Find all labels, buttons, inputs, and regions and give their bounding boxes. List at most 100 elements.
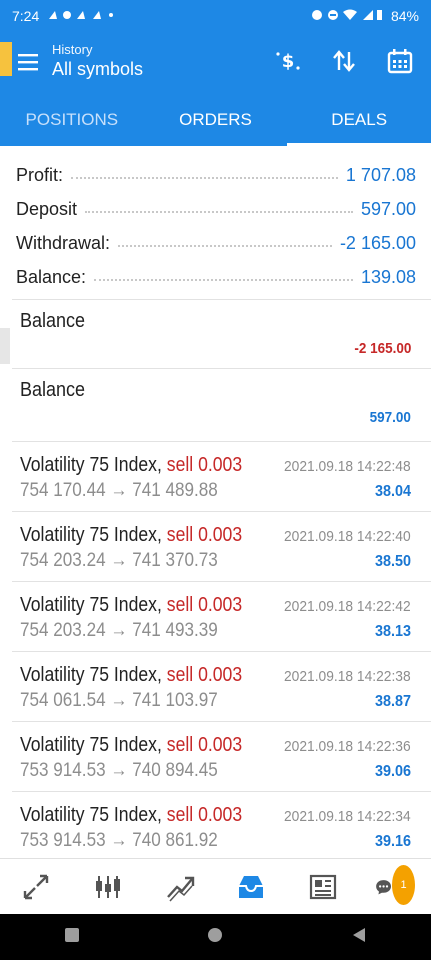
- news-icon[interactable]: [303, 867, 343, 907]
- chart-icon[interactable]: [88, 867, 128, 907]
- side-drawer-tab[interactable]: [0, 42, 12, 76]
- deal-close-price: 741 103.97: [132, 690, 218, 711]
- summary-balance-label: Balance:: [16, 267, 87, 287]
- summary-deposit-value: 597.00: [360, 199, 416, 219]
- summary-deposit-row: Deposit 597.00: [16, 186, 416, 220]
- summary-deposit-label: Deposit: [16, 199, 78, 219]
- arrow-icon: →: [110, 620, 128, 641]
- deal-row[interactable]: Volatility 75 Index, sell 0.003 2021.09.…: [12, 792, 431, 861]
- deal-close-price: 740 894.45: [132, 760, 218, 781]
- summary-withdrawal-value: -2 165.00: [339, 233, 416, 253]
- deal-symbol: Volatility 75 Index,: [20, 594, 162, 616]
- deal-time: 2021.09.18 14:22:34: [284, 808, 411, 825]
- home-icon[interactable]: [206, 926, 224, 949]
- deal-time: 2021.09.18 14:22:42: [284, 598, 411, 615]
- deal-symbol: Volatility 75 Index,: [20, 804, 162, 826]
- deal-profit: 39.16: [374, 833, 411, 850]
- calendar-icon[interactable]: [385, 46, 415, 76]
- deal-open-price: 754 203.24: [20, 550, 106, 571]
- deal-time: 2021.09.18 14:22:48: [284, 458, 411, 475]
- balance-op-title: Balance: [20, 379, 86, 401]
- status-bar: 7:24 84%: [0, 0, 431, 32]
- deal-time: 2021.09.18 14:22:36: [284, 738, 411, 755]
- deal-side-volume: sell 0.003: [166, 524, 243, 546]
- chat-icon[interactable]: 1: [375, 865, 416, 907]
- deal-symbol: Volatility 75 Index,: [20, 454, 162, 476]
- deal-side-volume: sell 0.003: [166, 594, 243, 616]
- deal-symbol: Volatility 75 Index,: [20, 524, 162, 546]
- dotted-leader: [71, 177, 338, 179]
- summary-balance-row: Balance: 139.08: [16, 254, 416, 288]
- deal-row[interactable]: Volatility 75 Index, sell 0.003 2021.09.…: [12, 652, 431, 721]
- history-summary: Profit: 1 707.08 Deposit 597.00 Withdraw…: [16, 152, 416, 288]
- balance-op-title: Balance: [20, 310, 86, 332]
- svg-text:$: $: [282, 51, 295, 72]
- history-inbox-icon[interactable]: [231, 867, 271, 907]
- app-bar-subtitle: History: [52, 42, 93, 57]
- deal-row[interactable]: Volatility 75 Index, sell 0.003 2021.09.…: [12, 722, 431, 791]
- deal-profit: 38.87: [374, 693, 411, 710]
- summary-balance-value: 139.08: [360, 267, 416, 287]
- balance-operation-row[interactable]: Balance 597.00: [12, 369, 431, 441]
- recents-icon[interactable]: [63, 926, 81, 949]
- system-navigation-bar: [0, 914, 431, 960]
- deal-symbol: Volatility 75 Index,: [20, 664, 162, 686]
- status-time: 7:24: [12, 8, 40, 24]
- system-icons: [311, 8, 383, 25]
- deal-profit: 39.06: [374, 763, 411, 780]
- battery-level: 84%: [390, 8, 419, 24]
- tab-bar: POSITIONS ORDERS DEALS: [0, 94, 431, 146]
- deal-close-price: 741 370.73: [132, 550, 218, 571]
- chat-badge: 1: [392, 865, 416, 905]
- sort-icon[interactable]: [329, 46, 359, 76]
- deal-side-volume: sell 0.003: [166, 454, 243, 476]
- summary-profit-value: 1 707.08: [345, 165, 416, 185]
- deal-close-price: 741 489.88: [132, 480, 218, 501]
- deal-open-price: 754 061.54: [20, 690, 106, 711]
- app-bar: History All symbols $: [0, 32, 431, 94]
- deal-profit: 38.04: [374, 483, 411, 500]
- quotes-icon[interactable]: [16, 867, 56, 907]
- deal-row[interactable]: Volatility 75 Index, sell 0.003 2021.09.…: [12, 512, 431, 581]
- trade-icon[interactable]: [160, 867, 200, 907]
- notification-icons: [47, 8, 117, 24]
- arrow-icon: →: [110, 760, 128, 781]
- summary-profit-row: Profit: 1 707.08: [16, 152, 416, 186]
- dollar-filter-icon[interactable]: $: [273, 46, 303, 76]
- deal-side-volume: sell 0.003: [166, 804, 243, 826]
- deal-profit: 38.50: [374, 553, 411, 570]
- arrow-icon: →: [110, 830, 128, 851]
- arrow-icon: →: [110, 480, 128, 501]
- menu-icon[interactable]: [16, 50, 40, 74]
- balance-op-amount: 597.00: [369, 409, 411, 426]
- summary-withdrawal-row: Withdrawal: -2 165.00: [16, 220, 416, 254]
- deal-profit: 38.13: [374, 623, 411, 640]
- tab-deals[interactable]: DEALS: [287, 94, 431, 146]
- back-icon[interactable]: [350, 926, 368, 949]
- arrow-icon: →: [110, 550, 128, 571]
- summary-withdrawal-label: Withdrawal:: [16, 233, 111, 253]
- dotted-leader: [94, 279, 353, 281]
- symbol-filter-title[interactable]: All symbols: [52, 59, 143, 80]
- dotted-leader: [118, 245, 332, 247]
- deal-row[interactable]: Volatility 75 Index, sell 0.003 2021.09.…: [12, 582, 431, 651]
- deal-time: 2021.09.18 14:22:38: [284, 668, 411, 685]
- tab-positions[interactable]: POSITIONS: [0, 94, 144, 146]
- tab-orders[interactable]: ORDERS: [144, 94, 288, 146]
- deal-open-price: 753 914.53: [20, 830, 106, 851]
- deal-symbol: Volatility 75 Index,: [20, 734, 162, 756]
- deal-open-price: 754 170.44: [20, 480, 106, 501]
- deal-close-price: 741 493.39: [132, 620, 218, 641]
- dotted-leader: [85, 211, 353, 213]
- deal-open-price: 753 914.53: [20, 760, 106, 781]
- deal-close-price: 740 861.92: [132, 830, 218, 851]
- summary-profit-label: Profit:: [16, 165, 64, 185]
- deal-open-price: 754 203.24: [20, 620, 106, 641]
- balance-operation-row[interactable]: Balance -2 165.00: [12, 300, 431, 368]
- deal-side-volume: sell 0.003: [166, 664, 243, 686]
- deal-time: 2021.09.18 14:22:40: [284, 528, 411, 545]
- bottom-navigation: 1: [0, 858, 431, 915]
- deal-row[interactable]: Volatility 75 Index, sell 0.003 2021.09.…: [12, 442, 431, 511]
- side-handle[interactable]: [0, 328, 10, 364]
- arrow-icon: →: [110, 690, 128, 711]
